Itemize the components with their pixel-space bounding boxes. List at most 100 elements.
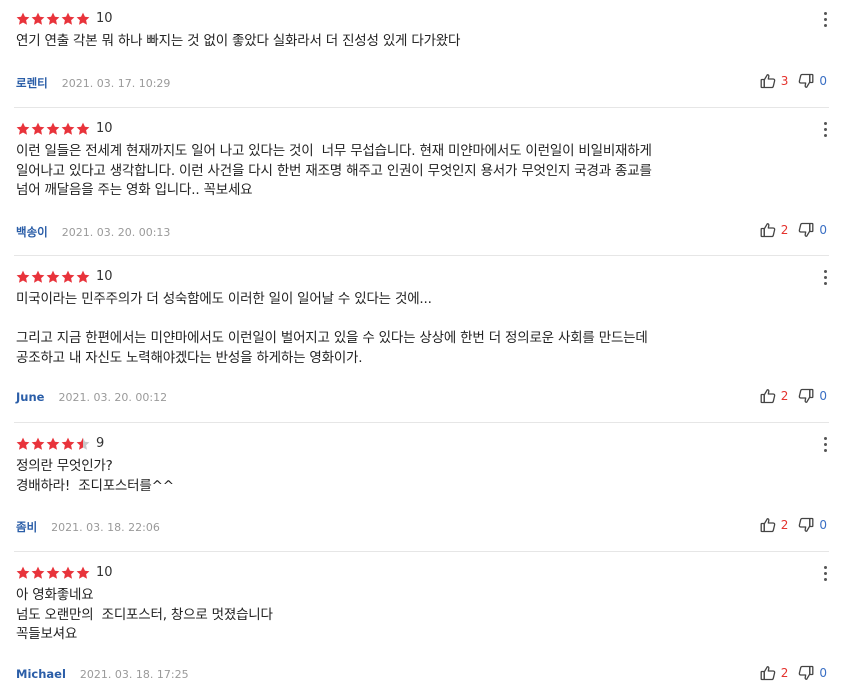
- dislike-count: 0: [819, 666, 827, 680]
- review-meta: June 2021. 03. 20. 00:12: [16, 390, 167, 404]
- like-button[interactable]: 2: [760, 388, 788, 404]
- divider: [14, 107, 829, 108]
- dislike-count: 0: [819, 389, 827, 403]
- more-vertical-icon[interactable]: [821, 119, 829, 139]
- thumbs-down-icon: [798, 222, 814, 238]
- thumbs-up-icon: [760, 517, 776, 533]
- dislike-button[interactable]: 0: [798, 517, 827, 533]
- star-icon: [31, 566, 45, 580]
- divider: [14, 255, 829, 256]
- vote-buttons: 20: [760, 222, 827, 238]
- thumbs-down-icon: [798, 665, 814, 681]
- review-text-line: 연기 연출 각본 뭐 하나 빠지는 것 없이 좋았다 실화라서 더 진성성 있게…: [16, 33, 461, 49]
- rating-score: 10: [96, 121, 113, 136]
- review-text: 정의란 무엇인가? 경배하라! 조디포스터를^^: [16, 457, 816, 496]
- star-rating: [16, 270, 90, 284]
- star-icon: [31, 122, 45, 136]
- review-date: 2021. 03. 18. 17:25: [79, 667, 189, 681]
- rating: 10: [16, 12, 113, 26]
- rating-score: 10: [96, 11, 113, 26]
- more-vertical-icon[interactable]: [821, 563, 829, 583]
- star-icon: [46, 566, 60, 580]
- vote-buttons: 30: [760, 73, 827, 89]
- review-text: 아 영화좋네요넘도 오랜만의 조디포스터, 창으로 멋졌습니다꼭들보셔요: [16, 586, 816, 645]
- more-vertical-icon[interactable]: [821, 267, 829, 287]
- star-rating: [16, 12, 90, 26]
- thumbs-down-icon: [798, 388, 814, 404]
- divider: [14, 422, 829, 423]
- thumbs-down-icon: [798, 73, 814, 89]
- review-text-line: 넘도 오랜만의 조디포스터, 창으로 멋졌습니다: [16, 606, 273, 623]
- star-icon: [46, 12, 60, 26]
- star-icon: [46, 122, 60, 136]
- review-text-line: 넘어 깨달음을 주는 영화 입니다.. 꼭보세요: [16, 182, 253, 198]
- review-text-line: 정의란 무엇인가?: [16, 458, 113, 474]
- like-button[interactable]: 2: [760, 665, 789, 681]
- review-text-line: 이런 일들은 전세계 현재까지도 일어 나고 있다는 것이 너무 무섭습니다. …: [16, 143, 652, 159]
- star-icon: [46, 437, 60, 451]
- dislike-button[interactable]: 0: [798, 388, 827, 404]
- rating: 10: [16, 566, 113, 580]
- like-count: 3: [780, 74, 789, 88]
- reviewer-nickname[interactable]: 로렌티: [16, 75, 48, 91]
- star-icon: [16, 270, 30, 284]
- rating-score: 10: [96, 565, 113, 580]
- star-icon: [61, 122, 75, 136]
- star-icon: [16, 12, 30, 26]
- thumbs-up-icon: [760, 222, 776, 238]
- review-date: 2021. 03. 18. 22:06: [51, 520, 160, 534]
- dislike-button[interactable]: 0: [798, 222, 827, 238]
- rating-score: 9: [96, 436, 105, 451]
- rating: 9: [16, 437, 104, 451]
- like-count: 2: [780, 518, 789, 532]
- star-icon: [76, 437, 90, 451]
- review-meta: Michael 2021. 03. 18. 17:25: [16, 667, 189, 681]
- dislike-count: 0: [819, 223, 827, 237]
- rating-score: 10: [96, 269, 113, 284]
- more-vertical-icon[interactable]: [821, 9, 829, 29]
- dislike-button[interactable]: 0: [798, 73, 827, 89]
- star-icon: [31, 12, 45, 26]
- star-icon: [76, 12, 90, 26]
- star-rating: [16, 122, 90, 136]
- star-icon: [61, 566, 75, 580]
- review-text-line: 아 영화좋네요: [16, 587, 94, 603]
- star-icon: [31, 437, 45, 451]
- more-vertical-icon[interactable]: [821, 434, 829, 454]
- vote-buttons: 20: [760, 665, 827, 681]
- like-count: 2: [780, 666, 789, 680]
- review-text-line: 경배하라! 조디포스터를^^: [16, 477, 174, 494]
- thumbs-up-icon: [760, 388, 776, 404]
- review-text-line: 그리고 지금 한편에서는 미얀마에서도 이런일이 벌어지고 있을 수 있다는 상…: [16, 330, 648, 346]
- review-text-line: 미국이라는 민주주의가 더 성숙함에도 이러한 일이 일어날 수 있다는 것에.…: [16, 291, 432, 307]
- like-button[interactable]: 3: [760, 73, 789, 89]
- star-icon: [76, 122, 90, 136]
- dislike-button[interactable]: 0: [798, 665, 827, 681]
- divider: [14, 551, 829, 552]
- review-meta: 좀비 2021. 03. 18. 22:06: [16, 519, 160, 535]
- star-icon: [76, 566, 90, 580]
- thumbs-up-icon: [760, 665, 776, 681]
- review-text-line: [16, 310, 816, 330]
- thumbs-up-icon: [760, 73, 776, 89]
- star-icon: [16, 122, 30, 136]
- rating: 10: [16, 270, 113, 284]
- reviewer-nickname[interactable]: 좀비: [16, 519, 37, 535]
- review-text-line: 일어나고 있다고 생각합니다. 이런 사건을 다시 한번 재조명 해주고 인권이…: [16, 162, 652, 179]
- like-button[interactable]: 2: [760, 517, 789, 533]
- review-date: 2021. 03. 20. 00:12: [58, 390, 168, 404]
- thumbs-down-icon: [798, 517, 814, 533]
- rating: 10: [16, 122, 113, 136]
- review-text: 이런 일들은 전세계 현재까지도 일어 나고 있다는 것이 너무 무섭습니다. …: [16, 142, 816, 201]
- review-date: 2021. 03. 20. 00:13: [61, 225, 171, 239]
- vote-buttons: 20: [760, 517, 827, 533]
- review-list: 10 연기 연출 각본 뭐 하나 빠지는 것 없이 좋았다 실화라서 더 진성성 …: [0, 0, 843, 693]
- reviewer-nickname[interactable]: 백송이: [16, 224, 48, 240]
- reviewer-nickname[interactable]: Michael: [16, 667, 66, 681]
- review-date: 2021. 03. 17. 10:29: [61, 76, 171, 90]
- reviewer-nickname[interactable]: June: [16, 390, 44, 404]
- like-button[interactable]: 2: [760, 222, 788, 238]
- review-text-line: 공조하고 내 자신도 노력해야겠다는 반성을 하게하는 영화이가.: [16, 349, 363, 366]
- review-text-line: 꼭들보셔요: [16, 626, 78, 642]
- vote-buttons: 20: [760, 388, 827, 404]
